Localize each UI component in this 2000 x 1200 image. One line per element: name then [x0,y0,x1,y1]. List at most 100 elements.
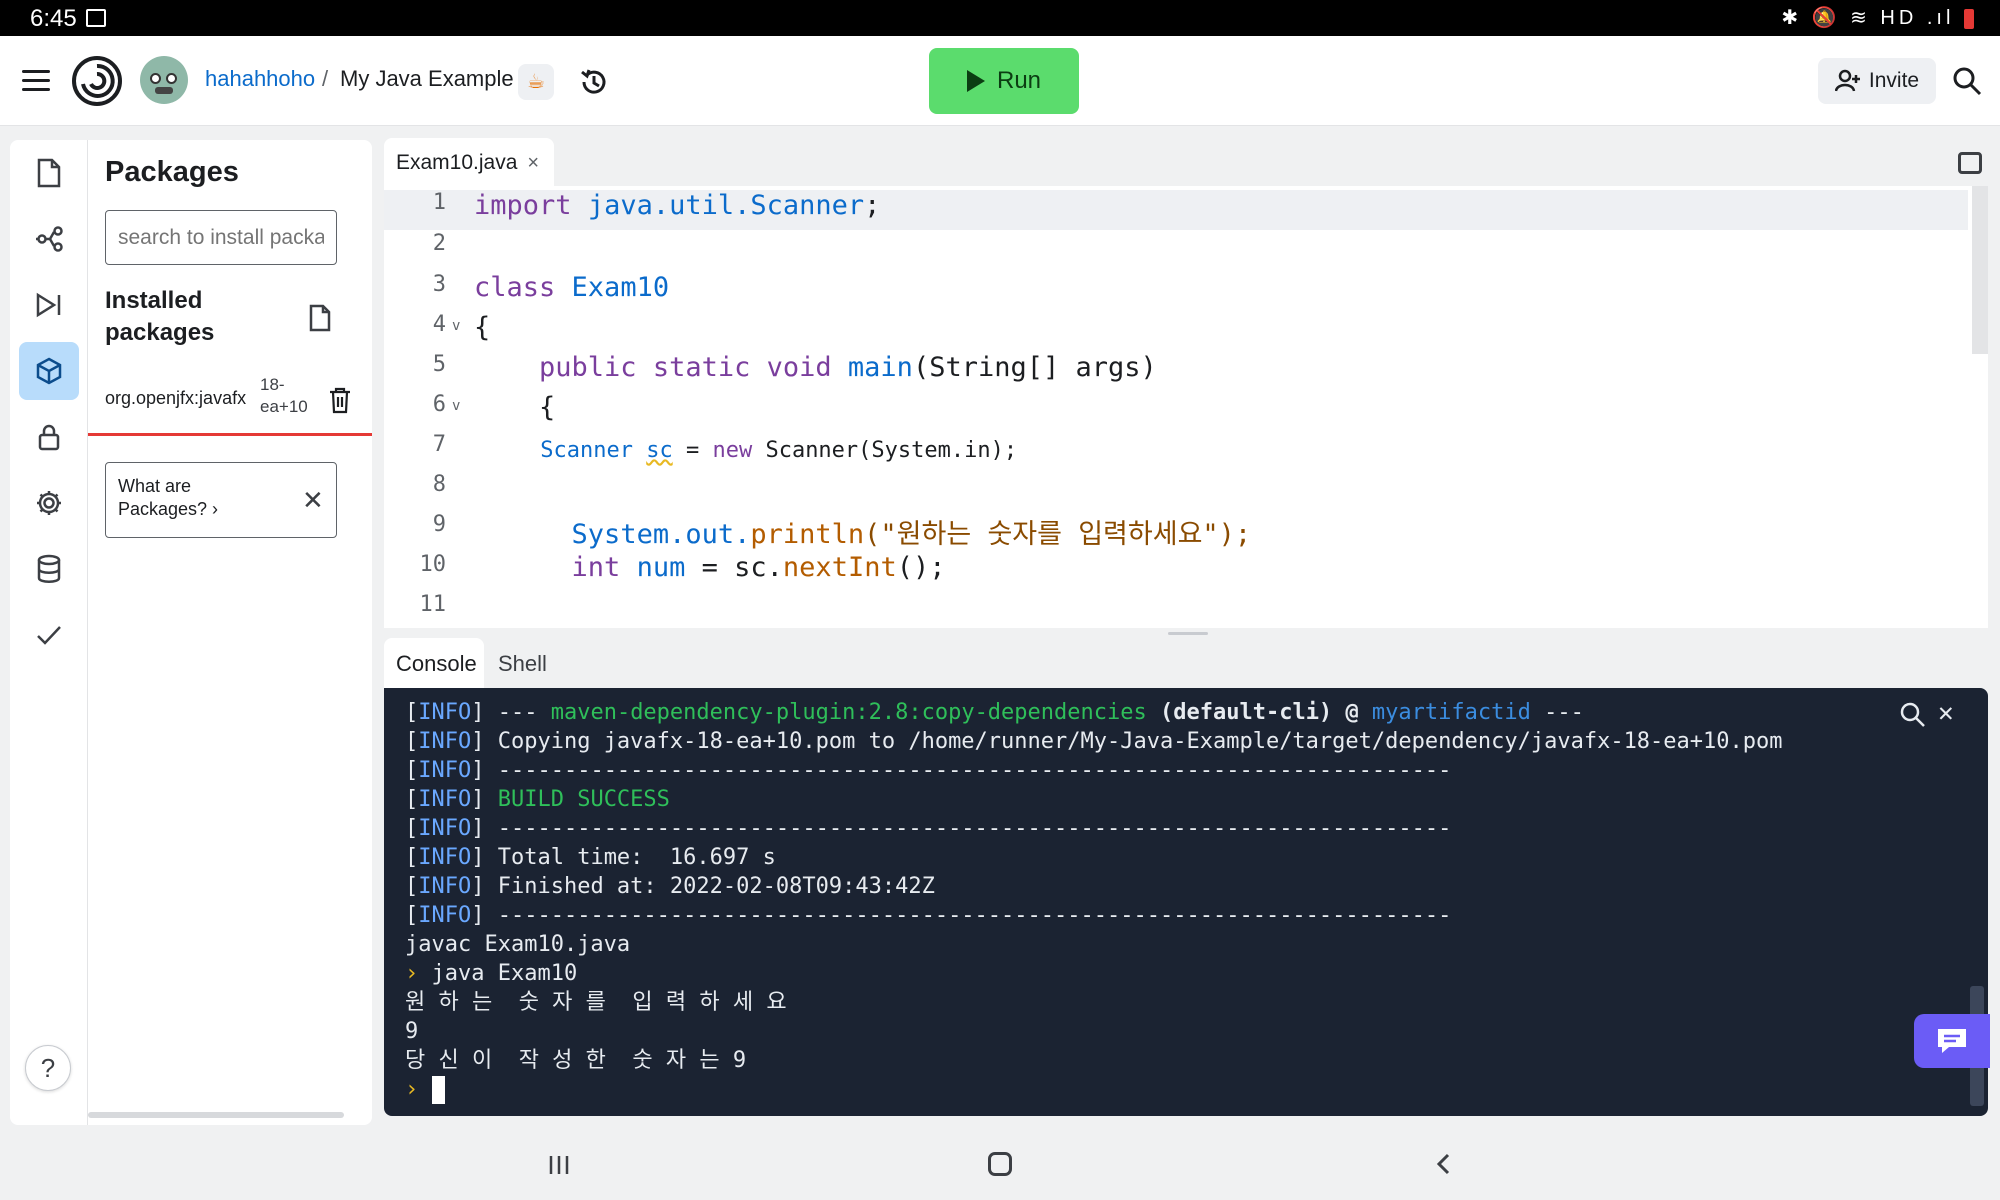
status-time: 6:45 [30,5,77,32]
console-line: [INFO] ---------------------------------… [405,816,1452,841]
code-line[interactable]: Scanner sc = new Scanner(System.in); [474,438,1017,463]
sidebar-item-secrets[interactable] [19,408,79,466]
sidebar-item-settings[interactable] [19,474,79,532]
console-line: [INFO] Copying javafx-18-ea+10.pom to /h… [405,729,1783,754]
fold-icon[interactable]: v [452,398,460,414]
sidebar-item-debugger[interactable] [19,276,79,334]
breadcrumb-user[interactable]: hahahhoho [205,66,315,92]
sidebar-item-git[interactable] [19,210,79,268]
replit-logo-icon[interactable] [72,56,122,106]
tool-sidebar: ? [10,140,88,1125]
battery-icon [1964,8,1974,29]
line-number: 6 [432,392,446,417]
pane-resize-handle[interactable] [1168,632,1208,635]
status-bar: 6:45 ✱ 🔕 ≋ HD .ıl [0,0,2000,36]
database-icon [37,554,61,583]
code-line[interactable]: class Exam10 [474,272,669,303]
text-cursor [431,1076,445,1104]
line-number: 3 [432,272,446,297]
line-number: 7 [432,432,446,457]
tab-console[interactable]: Console [384,638,484,690]
add-user-icon [1834,69,1860,92]
package-name: org.openjfx:javafx [105,388,247,408]
packages-panel: Packages Installed packages org.openjfx:… [88,140,372,1125]
invite-label: Invite [1868,69,1920,92]
breadcrumb-separator: / [322,66,329,91]
minimap-icon[interactable] [1958,152,1982,174]
console-line: 당 신 이 작 성 한 숫 자 는 9 [405,1048,747,1073]
packages-title: Packages [105,156,239,188]
home-icon[interactable] [988,1152,1012,1176]
code-line[interactable]: import java.util.Scanner; [474,190,880,221]
line-number: 1 [432,190,446,215]
console-line: › java Exam10 [405,961,578,986]
chat-button[interactable] [1914,1014,1990,1068]
console-line: 9 [405,1019,419,1044]
fold-icon[interactable]: v [452,318,460,334]
console-output[interactable]: [INFO] --- maven-dependency-plugin:2.8:c… [384,688,1988,1116]
top-header: hahahhoho / My Java Example ☕ Run Invite [0,36,2000,126]
console-clear-icon[interactable]: ✕ [1938,698,1954,728]
close-icon[interactable]: ✕ [302,485,324,516]
line-number: 4 [432,312,446,337]
gear-icon [37,491,61,515]
status-icons-text: ✱ 🔕 ≋ HD .ıl [1781,7,1955,29]
line-number: 10 [419,552,447,577]
code-line[interactable]: public static void main(String[] args) [474,352,1157,383]
breadcrumb-repl-name[interactable]: My Java Example [340,66,514,92]
editor-scrollbar[interactable] [1972,186,1988,354]
gallery-icon [86,9,106,27]
history-icon[interactable] [578,66,610,98]
manifest-file-icon[interactable] [306,303,334,333]
package-row[interactable]: org.openjfx:javafx 18-ea+10 [88,366,372,436]
run-button[interactable]: Run [929,48,1079,114]
status-icons: ✱ 🔕 ≋ HD .ıl [1781,5,1974,30]
sidebar-item-files[interactable] [19,144,79,202]
console-input-line[interactable]: › [405,1075,445,1104]
help-button[interactable]: ? [25,1045,71,1091]
tab-close-icon[interactable]: × [527,152,539,175]
menu-icon[interactable] [22,70,50,92]
console-line: [INFO] ---------------------------------… [405,758,1452,783]
invite-button[interactable]: Invite [1818,58,1936,104]
trash-icon[interactable] [328,386,352,414]
line-number: 2 [432,231,446,256]
play-icon [966,70,985,92]
tab-shell[interactable]: Shell [486,638,559,690]
back-icon[interactable] [1432,1152,1456,1176]
sidebar-item-database[interactable] [19,540,79,598]
code-line[interactable]: { [474,312,490,343]
package-icon [36,357,62,385]
packages-scrollbar[interactable] [88,1112,344,1118]
code-line[interactable]: System.out.println("원하는 숫자를 입력하세요"); [474,512,1252,551]
package-version: 18-ea+10 [260,375,308,416]
recent-apps-icon[interactable] [548,1154,570,1176]
installed-packages-heading: Installed packages [105,287,215,346]
file-icon [37,158,61,188]
tab-exam10-java[interactable]: Exam10.java × [384,138,554,188]
console-search-icon[interactable] [1898,700,1928,730]
console-line: [INFO] ---------------------------------… [405,903,1452,928]
editor-tab-bar: Exam10.java × [384,138,1988,188]
line-number: 5 [432,352,446,377]
system-nav-bar [0,1130,2000,1200]
code-line[interactable]: { [474,392,555,423]
console-line: [INFO] BUILD SUCCESS [405,787,670,812]
console-line: [INFO] --- maven-dependency-plugin:2.8:c… [405,700,1584,725]
chat-icon [1938,1029,1966,1053]
version-control-icon [36,226,63,252]
console-line: [INFO] Total time: 16.697 s [405,845,776,870]
package-search-input[interactable] [105,210,337,265]
code-editor[interactable]: 1 import java.util.Scanner; 2 3 class Ex… [384,186,1988,628]
line-number: 8 [432,472,446,497]
what-are-packages-card[interactable]: What are Packages? › ✕ [105,462,337,538]
avatar[interactable] [140,56,188,104]
sidebar-item-packages[interactable] [19,342,79,400]
what-are-packages-link[interactable]: What are Packages? › [118,475,248,521]
sidebar-item-unit-tests[interactable] [19,606,79,664]
console-tab-bar: Console Shell [384,638,784,690]
code-line[interactable]: int num = sc.nextInt(); [474,552,946,583]
checkmark-icon [37,626,61,645]
search-icon[interactable] [1952,66,1982,96]
java-language-icon[interactable]: ☕ [518,64,554,100]
